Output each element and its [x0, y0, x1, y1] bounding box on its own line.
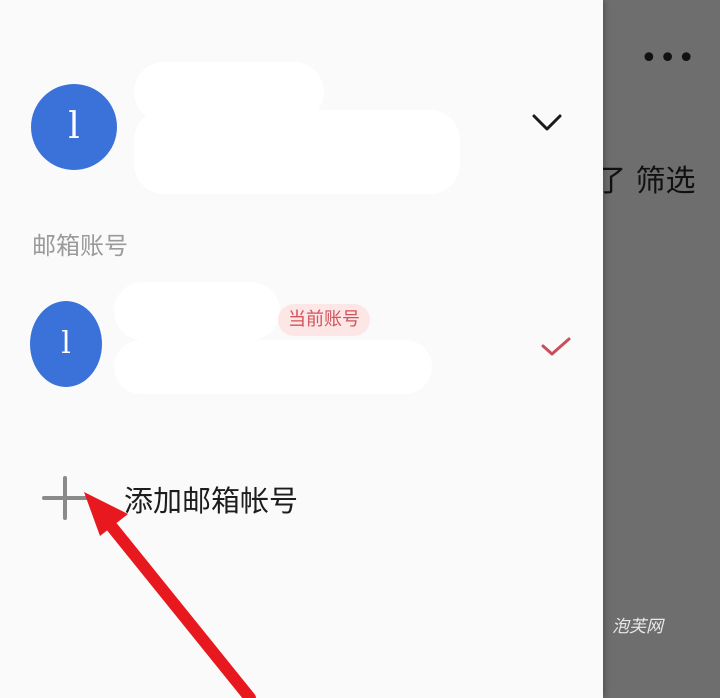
chevron-down-icon[interactable] — [530, 110, 564, 134]
redacted-account-email — [134, 110, 460, 194]
filter-button[interactable]: 了 筛选 — [596, 156, 696, 200]
account-drawer: l 邮箱账号 l 当前账号 添加邮箱帐号 — [0, 0, 603, 698]
current-account-badge: 当前账号 — [278, 304, 370, 336]
redacted-account-name — [114, 282, 280, 340]
add-email-account-label: 添加邮箱帐号 — [124, 484, 299, 518]
checkmark-icon — [541, 337, 571, 356]
primary-account-avatar[interactable]: l — [31, 84, 117, 170]
redacted-account-email — [114, 340, 432, 394]
section-label: 邮箱账号 — [32, 232, 128, 260]
more-horizontal-icon[interactable]: ••• — [640, 44, 695, 74]
add-email-account-button[interactable]: 添加邮箱帐号 — [40, 470, 400, 526]
watermark: 泡芙网 — [612, 617, 663, 637]
plus-icon — [42, 476, 88, 520]
screen: ••• 了 筛选 l 邮箱账号 l 当前账号 添加邮箱帐号 泡芙网 — [0, 0, 720, 698]
account-avatar: l — [30, 301, 102, 387]
